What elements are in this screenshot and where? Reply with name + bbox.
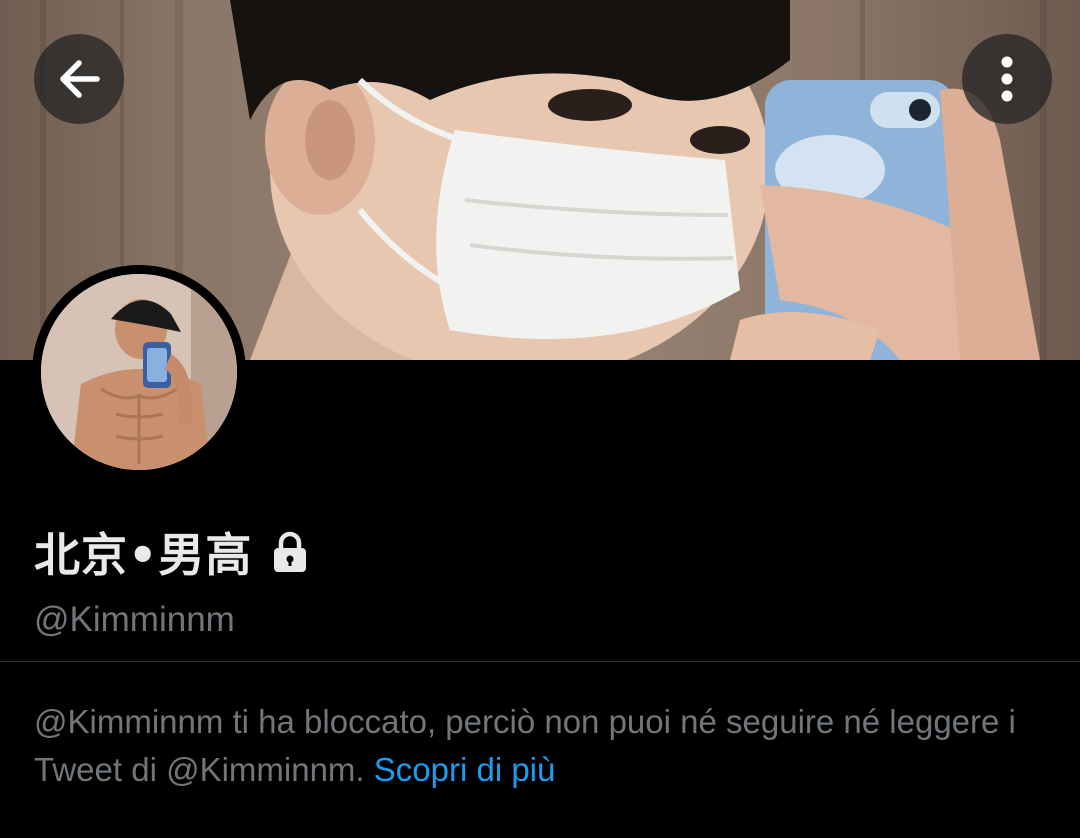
more-vertical-icon bbox=[1001, 56, 1013, 102]
back-button[interactable] bbox=[34, 34, 124, 124]
avatar-image bbox=[41, 274, 237, 470]
blocked-notice: @Kimminnm ti ha bloccato, perciò non puo… bbox=[34, 698, 1044, 794]
divider bbox=[0, 661, 1080, 662]
display-name-row: 北京•男高 bbox=[34, 520, 310, 584]
display-name: 北京•男高 bbox=[34, 528, 253, 582]
more-options-button[interactable] bbox=[962, 34, 1052, 124]
profile-handle: @Kimminnm bbox=[34, 600, 235, 639]
lock-icon bbox=[274, 531, 307, 572]
profile-avatar[interactable] bbox=[32, 265, 246, 479]
learn-more-link[interactable]: Scopri di più bbox=[374, 751, 556, 788]
arrow-left-icon bbox=[60, 60, 100, 98]
